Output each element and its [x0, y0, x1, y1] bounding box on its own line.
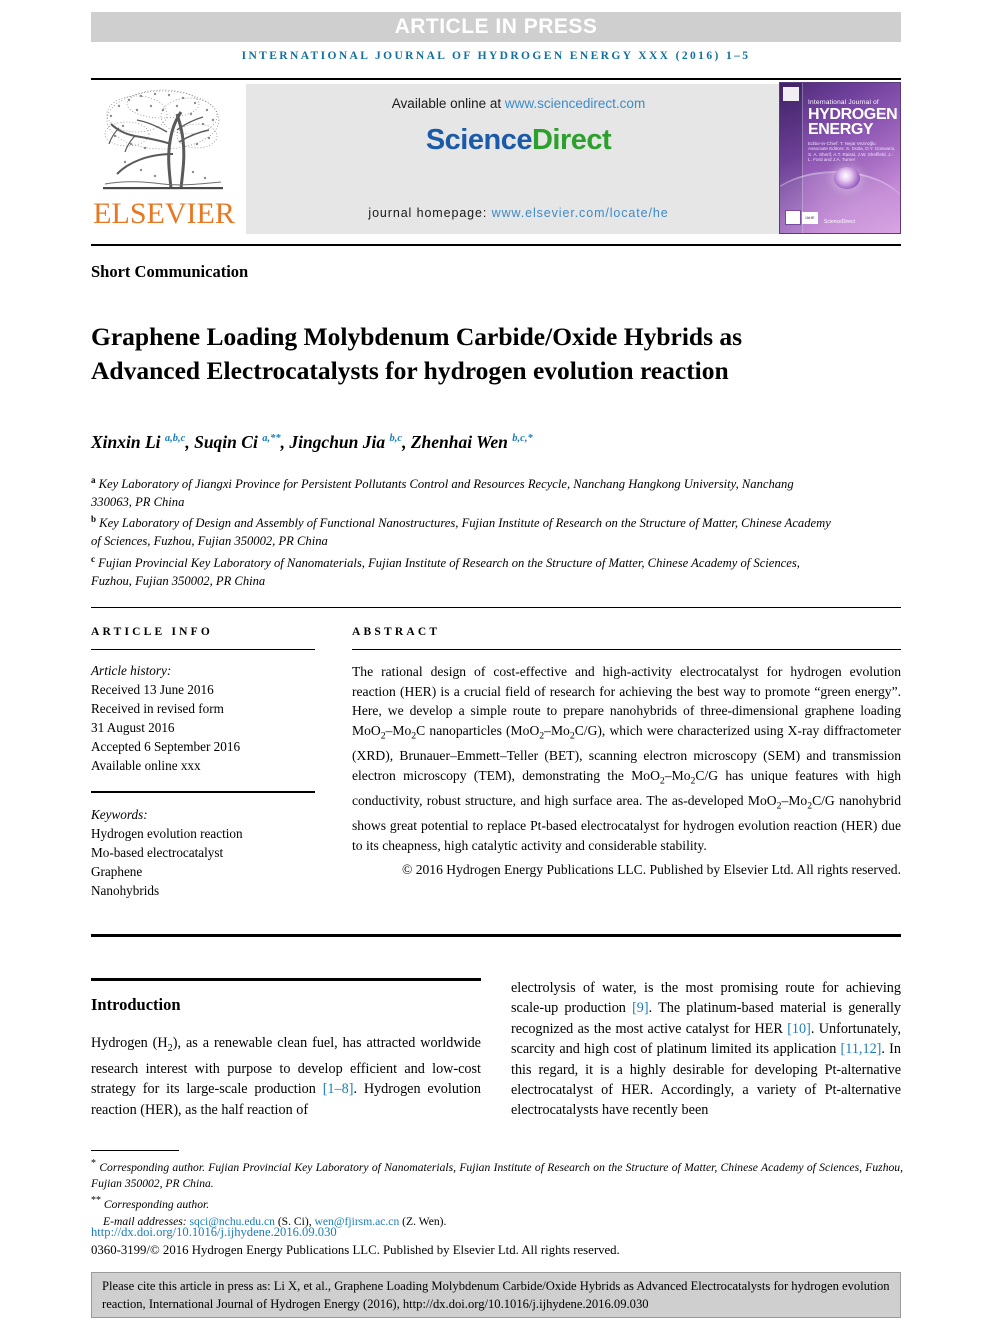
issn-copyright-line: 0360-3199/© 2016 Hydrogen Energy Publica… — [91, 1243, 620, 1257]
page-title: Graphene Loading Molybdenum Carbide/Oxid… — [91, 322, 743, 386]
keywords-rule — [91, 791, 315, 793]
citation-notice-text: Please cite this article in press as: Li… — [102, 1279, 890, 1311]
article-history-label: Article history: — [91, 663, 172, 678]
affiliation-item: a Key Laboratory of Jiangxi Province for… — [91, 472, 831, 511]
header-bottom-rule — [91, 244, 901, 246]
affiliation-text: Key Laboratory of Design and Assembly of… — [91, 516, 831, 549]
elsevier-logo: ELSEVIER — [91, 84, 237, 236]
article-in-press-banner: ARTICLE IN PRESS — [91, 12, 901, 42]
sciencedirect-box: Available online at www.sciencedirect.co… — [246, 84, 791, 234]
available-online-line: Available online at www.sciencedirect.co… — [246, 96, 791, 111]
journal-homepage-prefix: journal homepage: — [368, 206, 492, 220]
abstract-body: The rational design of cost-effective an… — [352, 664, 902, 853]
affiliation-item: c Fujian Provincial Key Laboratory of Na… — [91, 551, 831, 590]
cover-publisher-mark-icon — [783, 87, 799, 101]
cover-orb-graphic — [834, 167, 860, 189]
corresponding-author-note-1: * Corresponding author. Fujian Provincia… — [91, 1158, 903, 1191]
author-name: Zhenhai Wen — [410, 432, 513, 452]
cover-iahe-logo: IAHE — [802, 212, 818, 224]
journal-homepage-line: journal homepage: www.elsevier.com/locat… — [246, 206, 791, 220]
paper-page: ARTICLE IN PRESS INTERNATIONAL JOURNAL O… — [0, 0, 992, 1323]
author-separator: , — [402, 432, 411, 452]
article-history-item: Available online xxx — [91, 758, 201, 773]
corresponding-author-note-2: ** Corresponding author. — [91, 1195, 210, 1211]
keyword-item: Hydrogen evolution reaction — [91, 825, 243, 841]
body-left-column: Introduction Hydrogen (H2), as a renewab… — [91, 978, 481, 1120]
author-affiliation-marker: a,b,c — [164, 433, 186, 445]
article-history-item: Accepted 6 September 2016 — [91, 739, 241, 754]
keywords-label: Keywords: — [91, 806, 148, 822]
journal-homepage-link[interactable]: www.elsevier.com/locate/he — [492, 206, 669, 220]
affiliation-text: Fujian Provincial Key Laboratory of Nano… — [91, 555, 800, 588]
cover-title-line2: ENERGY — [808, 121, 874, 138]
cover-title-line1: HYDROGEN — [808, 106, 898, 123]
author-affiliation-marker: b,c,* — [512, 433, 533, 445]
affiliation-item: b Key Laboratory of Design and Assembly … — [91, 511, 831, 550]
footnotes-block: * Corresponding author. Fujian Provincia… — [91, 1156, 903, 1230]
journal-masthead: INTERNATIONAL JOURNAL OF HYDROGEN ENERGY… — [241, 50, 751, 62]
article-history-items: Received 13 June 2016 Received in revised… — [91, 680, 315, 775]
article-info-heading: ARTICLE INFO — [91, 626, 214, 638]
cover-subtitle: International Journal of — [808, 99, 879, 106]
journal-cover-thumbnail[interactable]: International Journal of HYDROGEN ENERGY… — [779, 82, 901, 234]
keyword-item: Nanohybrids — [91, 882, 160, 898]
footnote-separator-rule — [91, 1150, 179, 1151]
author-name: Jingchun Jia — [289, 432, 390, 452]
header-top-rule — [91, 78, 901, 80]
author-affiliation-marker: a,** — [262, 433, 281, 445]
abstract-rule — [352, 649, 901, 650]
abstract-column: ABSTRACT The rational design of cost-eff… — [352, 626, 901, 879]
abstract-heading: ABSTRACT — [352, 626, 441, 638]
elsevier-tree-icon — [103, 89, 223, 190]
keyword-items: Hydrogen evolution reaction Mo-based elec… — [91, 824, 315, 900]
article-info-rule — [91, 649, 315, 650]
author-name: Xinxin Li — [91, 432, 165, 452]
cover-sciencedirect-mark: ScienceDirect — [824, 219, 855, 225]
sciencedirect-word-direct: Direct — [531, 124, 612, 156]
elsevier-wordmark: ELSEVIER — [93, 197, 235, 230]
author-separator: , — [185, 432, 195, 452]
body-right-column: electrolysis of water, is the most promi… — [511, 978, 901, 1121]
citation-notice-box: Please cite this article in press as: Li… — [91, 1272, 901, 1318]
keyword-item: Mo-based electrocatalyst — [91, 844, 224, 860]
sciencedirect-url-link[interactable]: www.sciencedirect.com — [505, 96, 645, 111]
introduction-paragraph-left: Hydrogen (H2), as a renewable clean fuel… — [91, 1034, 481, 1118]
cover-badge-icon — [785, 210, 801, 225]
doi-link[interactable]: http://dx.doi.org/10.1016/j.ijhydene.201… — [91, 1225, 337, 1240]
affiliation-list: a Key Laboratory of Jiangxi Province for… — [91, 472, 831, 590]
keyword-item: Graphene — [91, 863, 143, 879]
article-info-column: ARTICLE INFO Article history: Received 1… — [91, 626, 315, 900]
sciencedirect-wordmark[interactable]: ScienceDirect — [246, 124, 791, 157]
article-history-item: 31 August 2016 — [91, 720, 175, 735]
cover-editors: Editor-in-Chief: T. Nejat Veziroğlu Asso… — [808, 141, 896, 163]
article-in-press-label: ARTICLE IN PRESS — [394, 15, 598, 38]
introduction-paragraph-right: electrolysis of water, is the most promi… — [511, 980, 901, 1119]
info-section-bottom-rule — [91, 934, 901, 937]
sciencedirect-word-science: Science — [425, 124, 533, 156]
keywords-block: Keywords: Hydrogen evolution reaction Mo-… — [91, 805, 315, 900]
author-list: Xinxin Li a,b,c, Suqin Ci a,**, Jingchun… — [91, 432, 851, 453]
intro-rule — [91, 978, 481, 981]
email-owner-2: (Z. Wen). — [402, 1214, 447, 1228]
info-section-top-rule — [91, 607, 901, 608]
article-type-label: Short Communication — [91, 262, 249, 281]
available-online-prefix: Available online at — [391, 96, 505, 111]
introduction-heading: Introduction — [91, 994, 181, 1014]
author-name: Suqin Ci — [194, 432, 263, 452]
abstract-copyright: © 2016 Hydrogen Energy Publications LLC.… — [401, 861, 901, 877]
article-history-item: Received in revised form — [91, 701, 224, 716]
article-history-block: Article history: Received 13 June 2016 Re… — [91, 661, 315, 775]
affiliation-text: Key Laboratory of Jiangxi Province for P… — [91, 477, 794, 509]
article-history-item: Received 13 June 2016 — [91, 682, 214, 697]
author-affiliation-marker: b,c — [389, 433, 403, 445]
journal-header-band: ELSEVIER Available online at www.science… — [91, 82, 901, 236]
